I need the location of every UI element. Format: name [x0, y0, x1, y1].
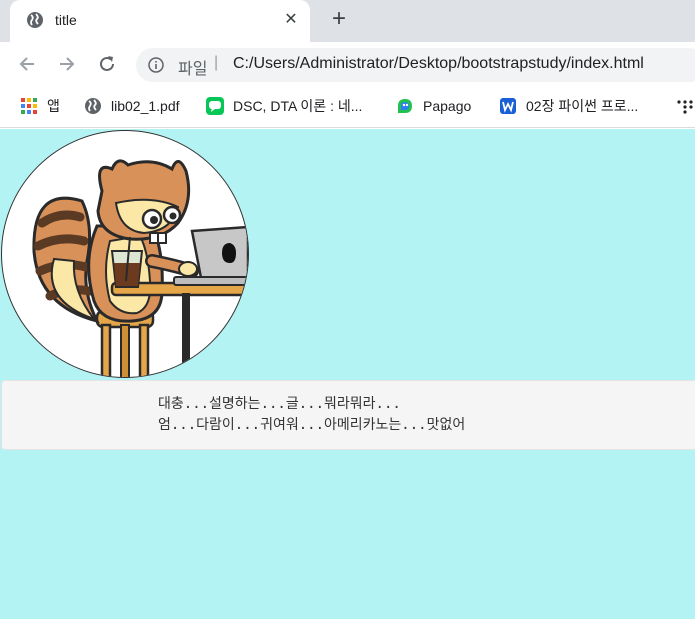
browser-toolbar: 파일 | C:/Users/Administrator/Desktop/boot… [0, 42, 695, 86]
tab-close-icon[interactable]: ✕ [282, 10, 300, 30]
papago-icon [398, 99, 412, 113]
description-text: 대충...설명하는...글...뭐라뭐라... 엄...다람이...귀여워...… [158, 394, 465, 436]
bookmark-w-icon [500, 98, 516, 114]
globe-icon [27, 12, 43, 28]
bookmark-dsc-dta[interactable]: DSC, DTA 이론 : 네... [206, 95, 362, 117]
tab-strip: title ✕ + [0, 0, 695, 42]
bookmark-lib02[interactable]: lib02_1.pdf [84, 95, 180, 117]
omnibox-separator: | [214, 54, 219, 71]
bookmark-label: Papago [423, 98, 472, 114]
new-tab-button[interactable]: + [327, 7, 351, 32]
bookmarks-bar: 앱 lib02_1.pdf DSC, DTA 이론 : 네... Papago … [0, 86, 695, 128]
scheme-label: 파일 [178, 61, 208, 78]
bookmark-apps[interactable]: 앱 [20, 95, 60, 117]
bookmark-label: 02장 파이썬 프로... [526, 98, 639, 114]
bookmark-label: lib02_1.pdf [111, 98, 180, 114]
bookmark-python-ch2[interactable]: 02장 파이썬 프로... [499, 95, 638, 117]
profile-image [1, 130, 249, 378]
bookmark-overflow-icon[interactable] [676, 98, 695, 116]
bookmark-label: DSC, DTA 이론 : 네... [233, 98, 363, 114]
tab-title: title [55, 12, 77, 28]
line-chat-icon [206, 97, 224, 115]
page-viewport: 대충...설명하는...글...뭐라뭐라... 엄...다람이...귀여워...… [0, 129, 695, 619]
bookmark-papago[interactable]: Papago [396, 95, 471, 117]
back-arrow-icon[interactable] [16, 53, 38, 75]
address-bar[interactable]: 파일 | C:/Users/Administrator/Desktop/boot… [136, 48, 695, 82]
apps-grid-icon [21, 98, 37, 114]
squirrel-laptop-illustration [32, 159, 248, 377]
forward-arrow-icon[interactable] [56, 53, 78, 75]
info-icon[interactable] [148, 57, 164, 73]
description-line-1: 대충...설명하는...글...뭐라뭐라... [158, 396, 401, 412]
description-well: 대충...설명하는...글...뭐라뭐라... 엄...다람이...귀여워...… [1, 380, 695, 450]
tab-active[interactable]: title ✕ [10, 0, 310, 42]
globe-icon [85, 98, 101, 114]
description-line-2: 엄...다람이...귀여워...아메리카노는...맛없어 [158, 417, 466, 433]
reload-icon[interactable] [96, 53, 118, 75]
bookmark-label: 앱 [47, 98, 60, 114]
url-text[interactable]: C:/Users/Administrator/Desktop/bootstrap… [233, 55, 644, 73]
